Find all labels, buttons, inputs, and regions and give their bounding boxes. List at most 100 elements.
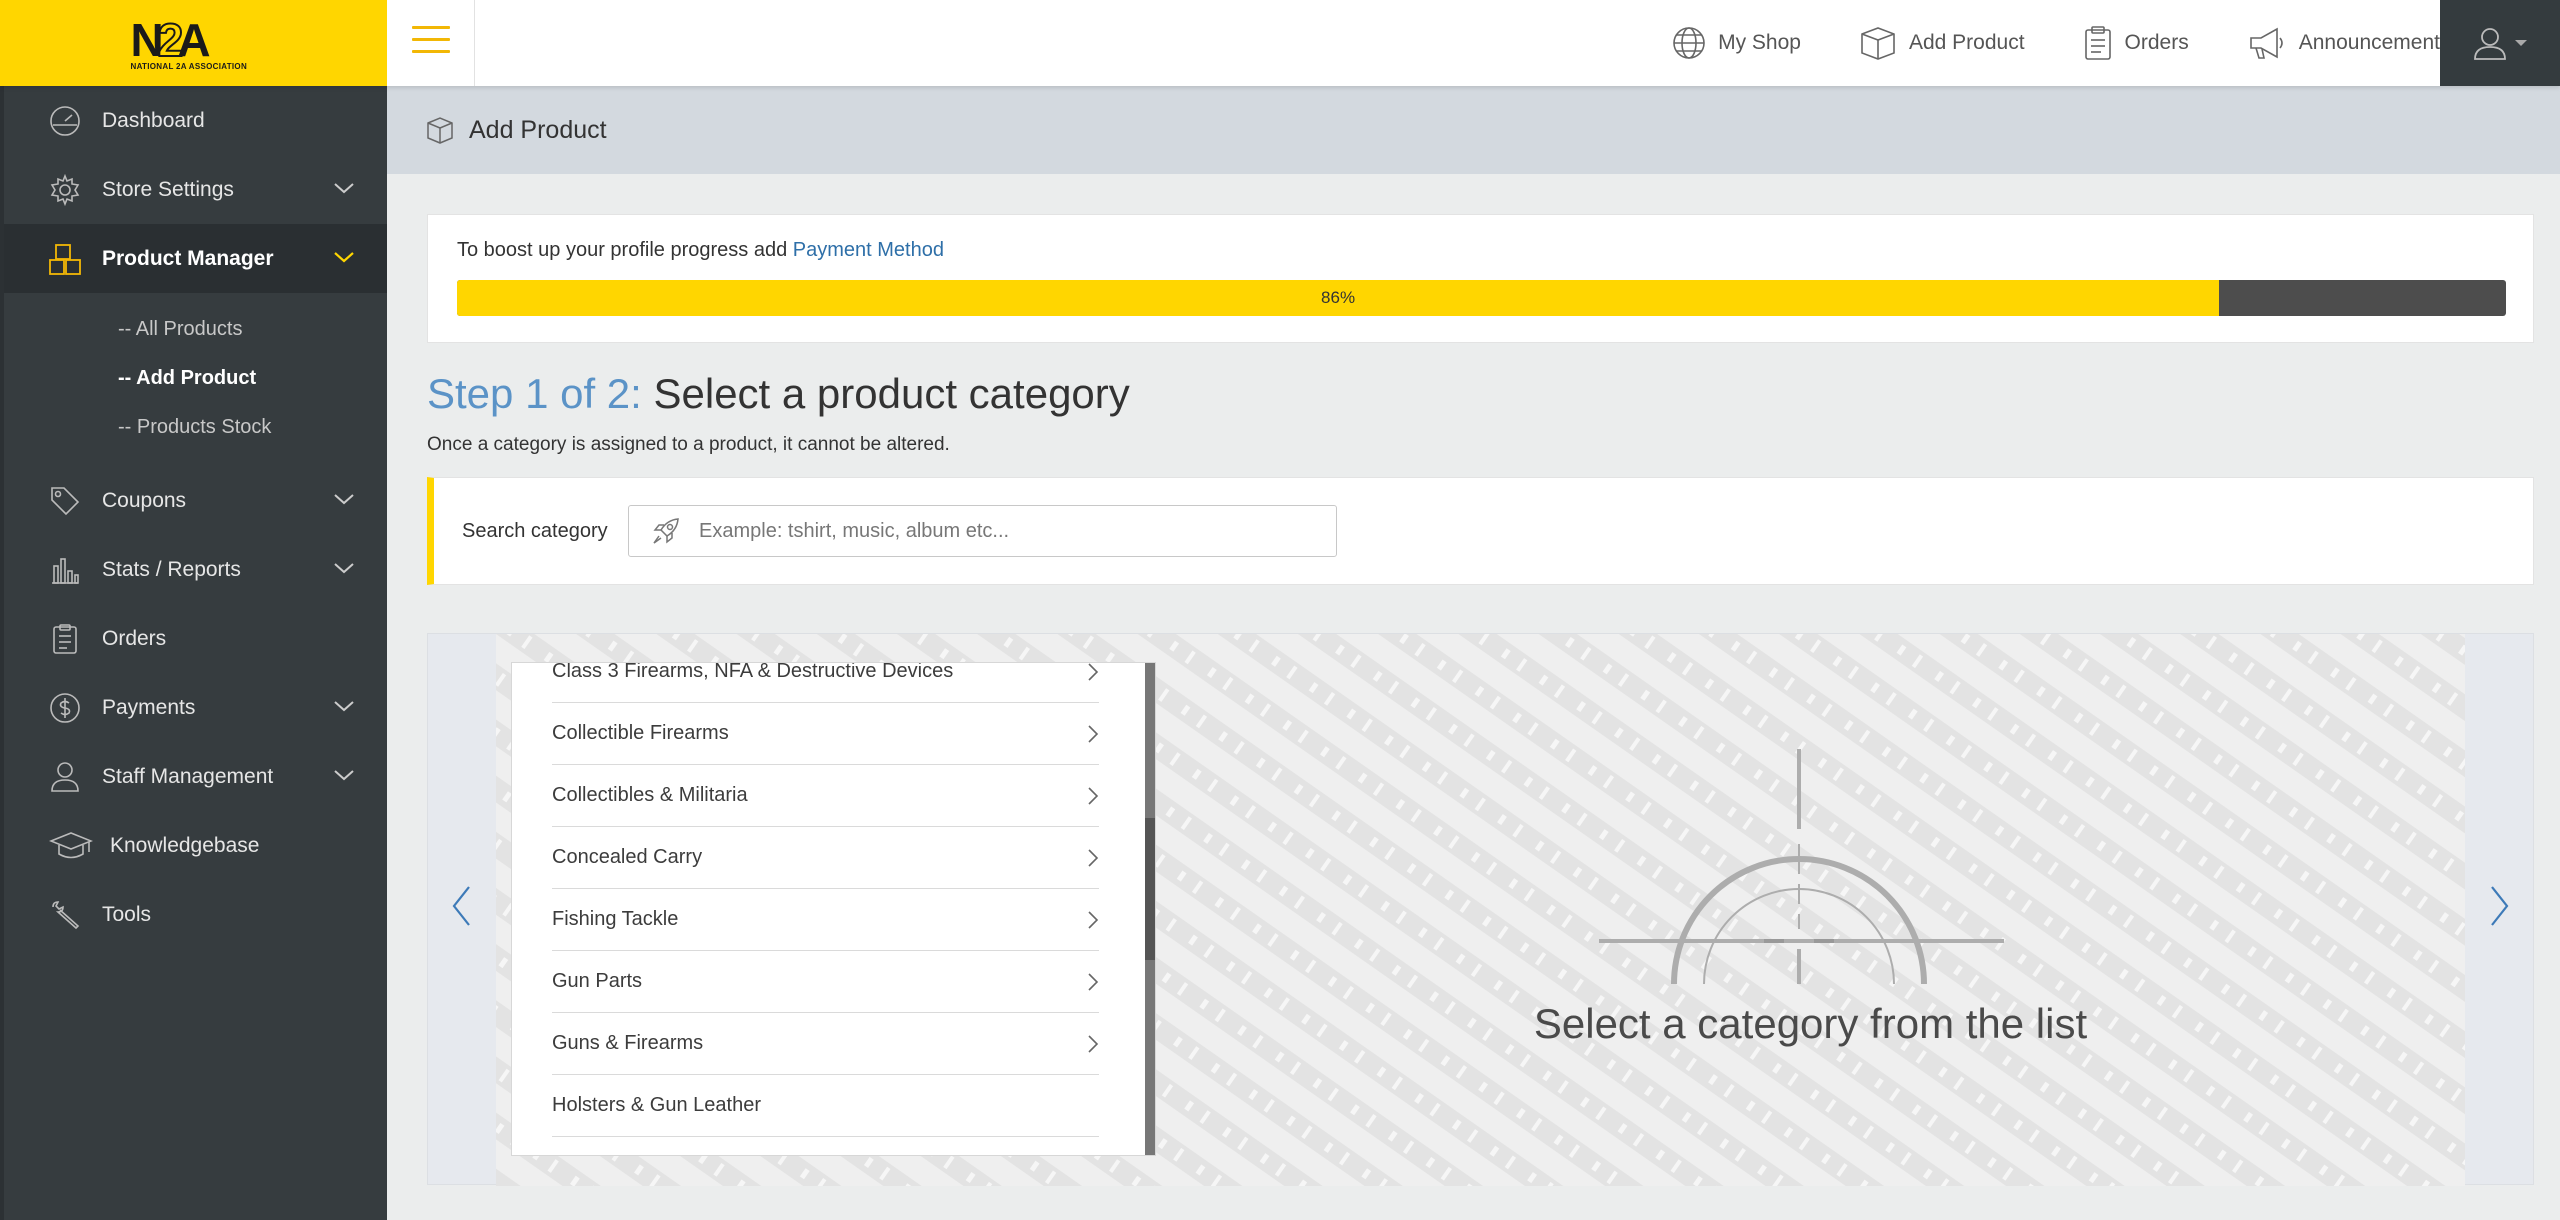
category-scrollbar-thumb[interactable] (1145, 818, 1155, 960)
box-icon (427, 117, 453, 144)
page-title: Add Product (469, 115, 607, 144)
submenu-add-product[interactable]: -- Add Product (4, 354, 387, 403)
chevron-down-icon (334, 701, 354, 712)
list-item[interactable]: Holsters & Gun Leather (552, 1075, 1099, 1137)
nav-my-shop-label: My Shop (1718, 31, 1801, 54)
category-label: Holsters & Gun Leather (552, 1094, 761, 1116)
sidebar-item-label: Dashboard (102, 108, 205, 132)
cubes-icon (48, 242, 82, 276)
step-title: Select a product category (653, 370, 1130, 417)
category-label: Concealed Carry (552, 846, 703, 868)
payment-method-link[interactable]: Payment Method (793, 239, 944, 261)
progress-message: To boost up your profile progress add Pa… (457, 239, 944, 262)
search-field[interactable] (628, 505, 1337, 557)
step-label: Step 1 of 2: (427, 370, 642, 417)
sidebar-item-label: Coupons (102, 488, 187, 512)
sidebar-item-label: Tools (102, 902, 152, 926)
category-stage: Class 3 Firearms, NFA & Destructive Devi… (496, 634, 2465, 1186)
sidebar-item-dashboard[interactable]: Dashboard (4, 86, 387, 155)
user-icon (2474, 28, 2506, 60)
list-item[interactable]: Concealed Carry (552, 827, 1099, 889)
list-item[interactable]: Collectible Firearms (552, 703, 1099, 765)
chevron-left-icon[interactable] (450, 884, 472, 928)
profile-progress-card: To boost up your profile progress add Pa… (427, 214, 2534, 343)
sidebar-item-label: Orders (102, 626, 167, 650)
progress-message-text: To boost up your profile progress add (457, 239, 788, 261)
nav-announcement[interactable]: Announcement (2247, 25, 2440, 61)
clipboard-icon (2084, 26, 2111, 60)
progress-bar: 86% (457, 280, 2506, 316)
sidebar-item-payments[interactable]: Payments (4, 673, 387, 742)
search-category-card: Search category (427, 477, 2534, 585)
chevron-right-icon[interactable] (2489, 884, 2511, 928)
sidebar-item-knowledgebase[interactable]: Knowledgebase (4, 811, 387, 880)
category-list[interactable]: Class 3 Firearms, NFA & Destructive Devi… (511, 662, 1156, 1156)
user-menu-button[interactable] (2440, 0, 2560, 86)
list-item[interactable]: Guns & Firearms (552, 1013, 1099, 1075)
chevron-right-icon (1088, 725, 1099, 743)
list-item[interactable]: Gun Parts (552, 951, 1099, 1013)
chevron-down-icon (334, 252, 354, 263)
nav-announcement-label: Announcement (2298, 31, 2440, 54)
bar-chart-icon (48, 553, 82, 587)
category-label: Gun Parts (552, 970, 643, 992)
nav-my-shop[interactable]: My Shop (1672, 26, 1801, 60)
progress-bar-fill: 86% (457, 280, 2220, 316)
menu-toggle-button[interactable] (412, 26, 450, 58)
chevron-down-icon (334, 770, 354, 781)
sidebar-item-product-manager[interactable]: Product Manager (4, 224, 387, 293)
progress-percent: 86% (1321, 288, 1356, 307)
chevron-right-icon (1088, 911, 1099, 929)
header-divider (474, 0, 475, 86)
top-header: N2A NATIONAL 2A ASSOCIATION My Shop Add … (0, 0, 2560, 86)
gear-icon (48, 173, 82, 207)
category-label: Collectibles & Militaria (552, 784, 748, 806)
wrench-icon (48, 898, 82, 932)
globe-icon (1673, 27, 1705, 59)
n2a-logo: N2A NATIONAL 2A ASSOCIATION (130, 14, 248, 71)
sidebar-item-store-settings[interactable]: Store Settings (4, 155, 387, 224)
search-category-input[interactable] (699, 519, 1299, 543)
list-item[interactable]: Class 3 Firearms, NFA & Destructive Devi… (552, 662, 1099, 703)
nav-add-product[interactable]: Add Product (1859, 25, 2025, 61)
product-manager-submenu: -- All Products -- Add Product -- Produc… (4, 293, 387, 466)
page-heading-bar: Add Product (387, 86, 2560, 174)
sidebar-item-staff-management[interactable]: Staff Management (4, 742, 387, 811)
chevron-right-icon (1088, 663, 1099, 681)
sidebar-item-orders[interactable]: Orders (4, 604, 387, 673)
tag-icon (48, 484, 82, 518)
empty-state: Select a category from the list (1156, 634, 2465, 1186)
sidebar-item-stats-reports[interactable]: Stats / Reports (4, 535, 387, 604)
caret-down-icon (2515, 40, 2527, 46)
submenu-products-stock[interactable]: -- Products Stock (4, 403, 387, 452)
category-list-inner: Class 3 Firearms, NFA & Destructive Devi… (512, 662, 1139, 1155)
category-label: Collectible Firearms (552, 722, 729, 744)
box-icon (1861, 27, 1895, 60)
submenu-all-products[interactable]: -- All Products (4, 305, 387, 354)
user-icon (48, 760, 82, 794)
nav-orders[interactable]: Orders (2083, 25, 2189, 61)
dollar-icon (48, 691, 82, 725)
clipboard-icon (48, 622, 82, 656)
chevron-down-icon (334, 494, 354, 505)
sidebar-item-label: Stats / Reports (102, 557, 241, 581)
category-label: Fishing Tackle (552, 908, 679, 930)
nav-add-product-label: Add Product (1908, 31, 2025, 54)
logo-area[interactable]: N2A NATIONAL 2A ASSOCIATION (0, 0, 387, 86)
sidebar-item-label: Payments (102, 695, 196, 719)
sidebar-item-tools[interactable]: Tools (4, 880, 387, 949)
sidebar-item-label: Product Manager (102, 246, 274, 270)
list-item[interactable]: Fishing Tackle (552, 889, 1099, 951)
sidebar-item-label: Store Settings (102, 177, 234, 201)
chevron-right-icon (1088, 849, 1099, 867)
sidebar-item-coupons[interactable]: Coupons (4, 466, 387, 535)
sidebar-item-label: Staff Management (102, 764, 274, 788)
list-item[interactable]: Collectibles & Militaria (552, 765, 1099, 827)
sidebar-item-label: Knowledgebase (110, 833, 260, 857)
list-item[interactable] (552, 1137, 1099, 1155)
step-heading: Step 1 of 2: Select a product category (427, 370, 1130, 418)
category-label: Class 3 Firearms, NFA & Destructive Devi… (552, 662, 954, 682)
rocket-icon (653, 518, 679, 544)
graduation-cap-icon (48, 829, 94, 863)
chevron-down-icon (334, 563, 354, 574)
